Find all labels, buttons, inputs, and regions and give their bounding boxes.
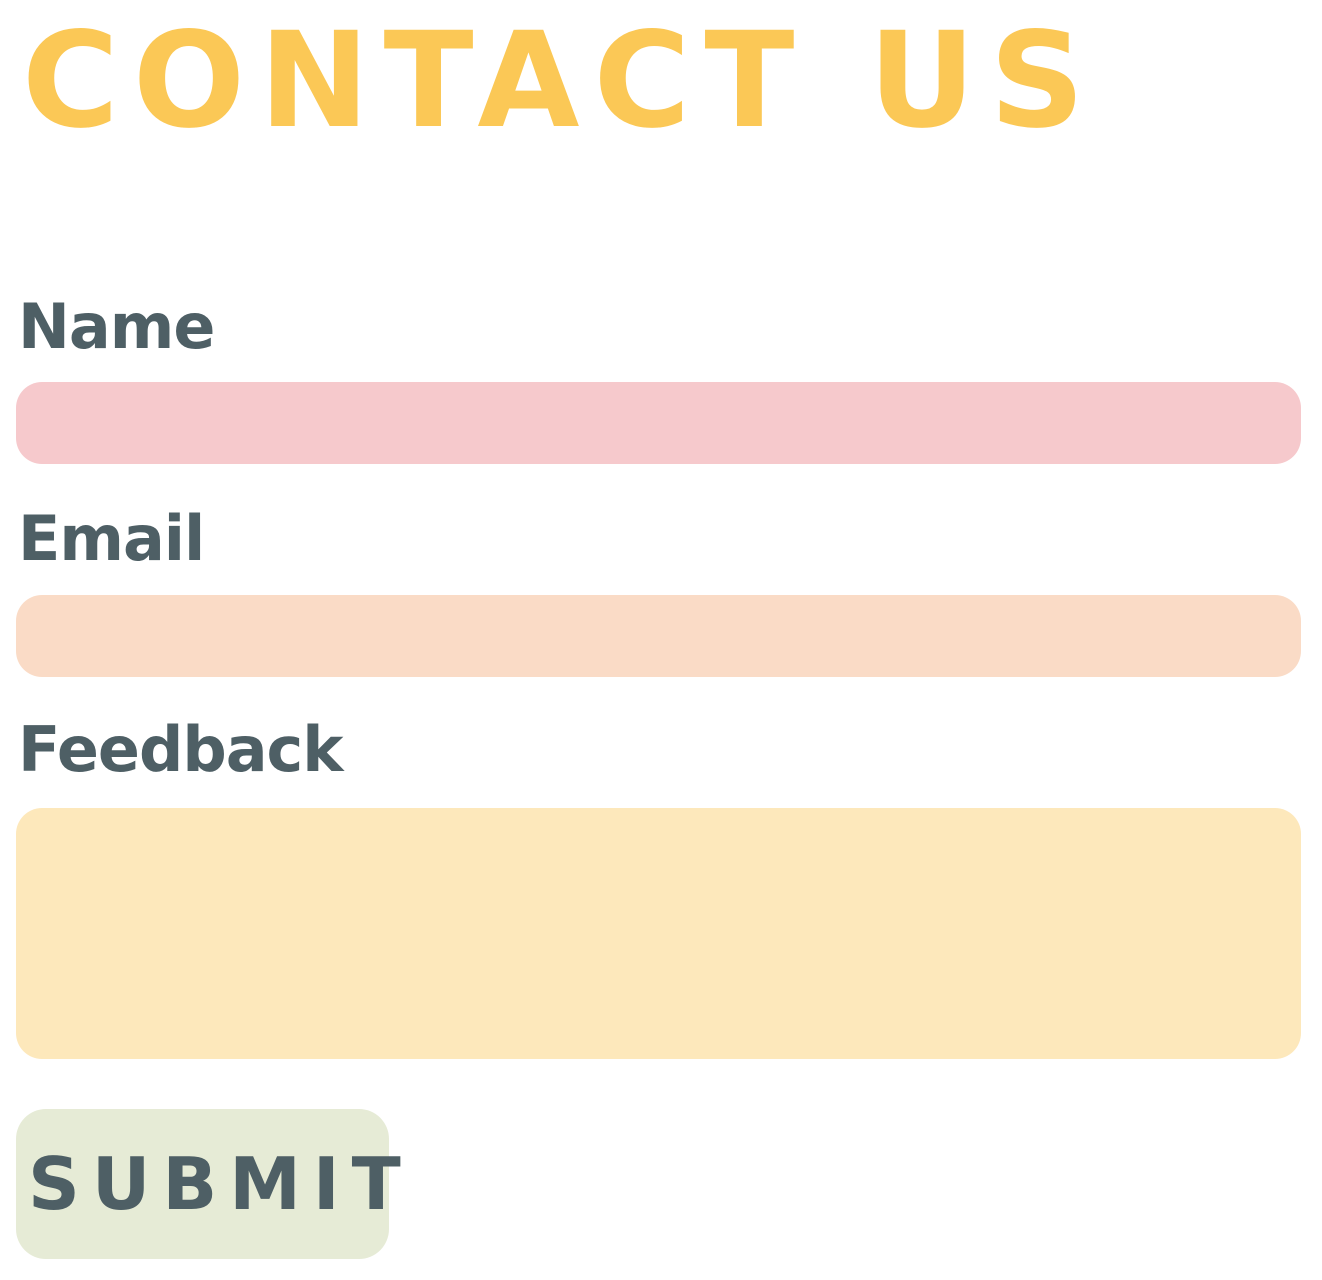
page-title: CONTACT US (22, 4, 1099, 158)
name-label: Name (18, 290, 215, 363)
submit-button[interactable]: SUBMIT (16, 1109, 401, 1259)
email-input[interactable] (16, 595, 1301, 677)
feedback-textarea[interactable] (16, 808, 1301, 1059)
name-input[interactable] (16, 382, 1301, 464)
email-label: Email (18, 502, 205, 575)
contact-page: CONTACT US Name Email Feedback SUBMIT (0, 0, 1322, 1280)
feedback-label: Feedback (18, 713, 344, 786)
